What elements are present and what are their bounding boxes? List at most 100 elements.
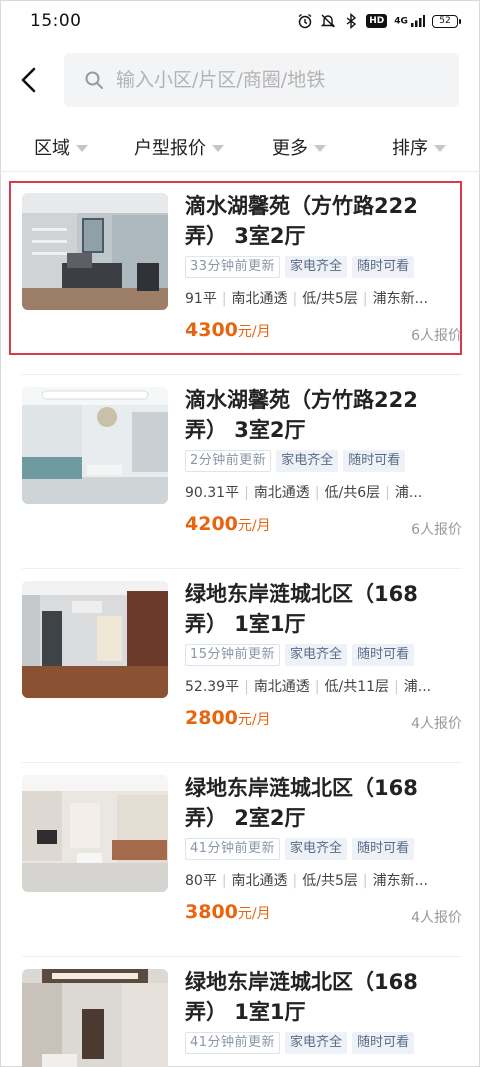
listing-card[interactable]: 绿地东岸涟城北区（168弄） 1室1厅 15分钟前更新 家电齐全 随时可看 52… bbox=[0, 569, 480, 763]
listing-area: 91平 bbox=[185, 291, 217, 307]
mute-bell-icon bbox=[320, 13, 336, 29]
listing-card[interactable]: 绿地东岸涟城北区（168弄） 1室1厅 41分钟前更新 家电齐全 随时可看 bbox=[0, 957, 480, 1067]
listing-orientation: 南北通透 bbox=[231, 291, 288, 307]
filter-bar: 区域 户型报价 更多 排序 bbox=[0, 122, 480, 172]
listing-district: 浦... bbox=[403, 679, 432, 695]
listing-price: 4300元/月 bbox=[185, 319, 271, 341]
listing-floor: 低/共11层 bbox=[324, 679, 390, 695]
hd-icon: HD bbox=[366, 14, 388, 28]
price-value: 3800 bbox=[185, 901, 238, 923]
listing-info: 80平 | 南北通透 | 低/共5层 | 浦东新... bbox=[185, 873, 428, 889]
price-unit: 元/月 bbox=[237, 518, 271, 534]
feature-tag: 随时可看 bbox=[343, 450, 406, 472]
update-time-tag: 41分钟前更新 bbox=[185, 838, 281, 860]
feature-tag: 随时可看 bbox=[352, 644, 415, 666]
price-unit: 元/月 bbox=[237, 906, 271, 922]
search-icon bbox=[85, 71, 103, 89]
bluetooth-icon bbox=[343, 13, 359, 29]
price-unit: 元/月 bbox=[237, 712, 271, 728]
quote-count: 4人报价 bbox=[411, 716, 462, 732]
listing-photo bbox=[22, 193, 168, 310]
listing-photo bbox=[22, 581, 168, 698]
listing-card[interactable]: 绿地东岸涟城北区（168弄） 2室2厅 41分钟前更新 家电齐全 随时可看 80… bbox=[0, 763, 480, 957]
status-bar: 15:00 HD 4G 52 bbox=[0, 0, 480, 42]
listing-photo bbox=[22, 775, 168, 892]
listing-tags: 33分钟前更新 家电齐全 随时可看 bbox=[185, 256, 415, 278]
listing-floor: 低/共5层 bbox=[302, 291, 358, 307]
caret-down-icon bbox=[76, 144, 88, 152]
listing-title[interactable]: 绿地东岸涟城北区（168弄） 1室1厅 bbox=[185, 967, 455, 1027]
filter-layout-price-label: 户型报价 bbox=[134, 138, 206, 159]
update-time-tag: 33分钟前更新 bbox=[185, 256, 281, 278]
listing-floor: 低/共5层 bbox=[302, 873, 358, 889]
quote-count: 4人报价 bbox=[411, 910, 462, 926]
price-value: 4200 bbox=[185, 513, 238, 535]
network-signal-icon: 4G bbox=[394, 15, 425, 27]
status-time: 15:00 bbox=[30, 11, 82, 31]
caret-down-icon bbox=[314, 144, 326, 152]
quote-count: 6人报价 bbox=[411, 522, 462, 538]
listing-title[interactable]: 滴水湖馨苑（方竹路222弄） 3室2厅 bbox=[185, 385, 455, 445]
filter-sort[interactable]: 排序 bbox=[392, 134, 446, 160]
filter-more-label: 更多 bbox=[272, 138, 308, 159]
filter-area-label: 区域 bbox=[34, 138, 70, 159]
listing-tags: 2分钟前更新 家电齐全 随时可看 bbox=[185, 450, 406, 472]
network-type: 4G bbox=[394, 16, 408, 27]
filter-layout-price[interactable]: 户型报价 bbox=[134, 134, 224, 160]
feature-tag: 随时可看 bbox=[352, 1032, 415, 1054]
price-value: 2800 bbox=[185, 707, 238, 729]
caret-down-icon bbox=[212, 144, 224, 152]
alarm-icon bbox=[297, 13, 313, 29]
feature-tag: 家电齐全 bbox=[285, 256, 348, 278]
listing-district: 浦东新... bbox=[372, 873, 428, 889]
listing-tags: 41分钟前更新 家电齐全 随时可看 bbox=[185, 1032, 415, 1054]
listing-title[interactable]: 滴水湖馨苑（方竹路222弄） 3室2厅 bbox=[185, 191, 455, 251]
listing-district: 浦... bbox=[394, 485, 423, 501]
filter-more[interactable]: 更多 bbox=[272, 134, 326, 160]
listing-info: 91平 | 南北通透 | 低/共5层 | 浦东新... bbox=[185, 291, 428, 307]
listing-photo bbox=[22, 969, 168, 1067]
listing-district: 浦东新... bbox=[372, 291, 428, 307]
filter-sort-label: 排序 bbox=[392, 138, 428, 159]
feature-tag: 家电齐全 bbox=[285, 1032, 348, 1054]
caret-down-icon bbox=[434, 144, 446, 152]
update-time-tag: 2分钟前更新 bbox=[185, 450, 272, 472]
listing-info: 52.39平 | 南北通透 | 低/共11层 | 浦... bbox=[185, 679, 432, 695]
chevron-left-icon bbox=[21, 67, 36, 93]
listing-card[interactable]: 滴水湖馨苑（方竹路222弄） 3室2厅 33分钟前更新 家电齐全 随时可看 91… bbox=[0, 181, 480, 375]
status-icons: HD 4G 52 bbox=[297, 13, 461, 29]
quote-count: 6人报价 bbox=[411, 328, 462, 344]
search-box[interactable] bbox=[64, 53, 459, 107]
feature-tag: 随时可看 bbox=[352, 256, 415, 278]
feature-tag: 家电齐全 bbox=[276, 450, 339, 472]
feature-tag: 随时可看 bbox=[352, 838, 415, 860]
listing-floor: 低/共6层 bbox=[324, 485, 381, 501]
listing-area: 90.31平 bbox=[185, 485, 240, 501]
listing-price: 3800元/月 bbox=[185, 901, 271, 923]
update-time-tag: 41分钟前更新 bbox=[185, 1032, 281, 1054]
listing-price: 4200元/月 bbox=[185, 513, 271, 535]
search-header bbox=[0, 50, 480, 110]
price-value: 4300 bbox=[185, 319, 238, 341]
feature-tag: 家电齐全 bbox=[285, 644, 348, 666]
listing-title[interactable]: 绿地东岸涟城北区（168弄） 2室2厅 bbox=[185, 773, 455, 833]
listing-card[interactable]: 滴水湖馨苑（方竹路222弄） 3室2厅 2分钟前更新 家电齐全 随时可看 90.… bbox=[0, 375, 480, 569]
listing-orientation: 南北通透 bbox=[253, 679, 310, 695]
listing-orientation: 南北通透 bbox=[253, 485, 310, 501]
listing-price: 2800元/月 bbox=[185, 707, 271, 729]
listing-tags: 15分钟前更新 家电齐全 随时可看 bbox=[185, 644, 415, 666]
listing-photo bbox=[22, 387, 168, 504]
feature-tag: 家电齐全 bbox=[285, 838, 348, 860]
price-unit: 元/月 bbox=[237, 324, 271, 340]
listing-area: 80平 bbox=[185, 873, 217, 889]
update-time-tag: 15分钟前更新 bbox=[185, 644, 281, 666]
filter-area[interactable]: 区域 bbox=[34, 134, 88, 160]
listing-area: 52.39平 bbox=[185, 679, 240, 695]
listing-title[interactable]: 绿地东岸涟城北区（168弄） 1室1厅 bbox=[185, 579, 455, 639]
listing-tags: 41分钟前更新 家电齐全 随时可看 bbox=[185, 838, 415, 860]
listing-info: 90.31平 | 南北通透 | 低/共6层 | 浦... bbox=[185, 485, 423, 501]
battery-icon: 52 bbox=[432, 14, 461, 28]
search-input[interactable] bbox=[116, 69, 436, 91]
back-button[interactable] bbox=[0, 50, 60, 110]
listing-orientation: 南北通透 bbox=[231, 873, 288, 889]
